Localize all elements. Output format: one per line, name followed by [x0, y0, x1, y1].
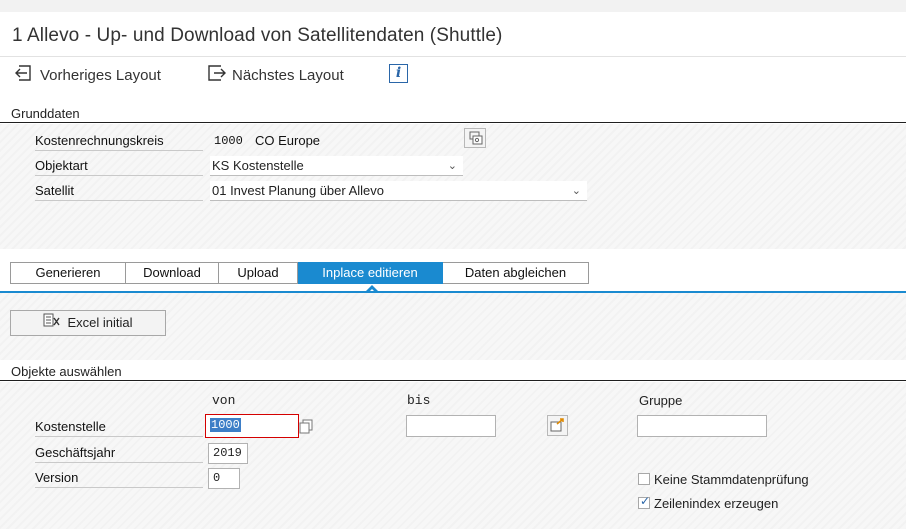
- zeilenindex-erzeugen-checkbox[interactable]: ✓ Zeilenindex erzeugen: [638, 494, 778, 512]
- org-unit-lookup-button[interactable]: [464, 128, 486, 148]
- kostenrechnungskreis-code: 1000: [214, 134, 243, 148]
- geschaeftsjahr-input[interactable]: 2019: [208, 443, 248, 464]
- tab-generieren[interactable]: Generieren: [10, 262, 126, 284]
- column-header-von: von: [212, 393, 236, 408]
- kostenrechnungskreis-text: CO Europe: [255, 133, 321, 148]
- tab-strip: Generieren Download Upload Inplace editi…: [10, 262, 589, 284]
- version-input[interactable]: 0: [208, 468, 240, 489]
- tab-upload[interactable]: Upload: [219, 262, 298, 284]
- tab-inplace-editieren[interactable]: Inplace editieren: [298, 262, 443, 284]
- objektart-value: KS Kostenstelle: [212, 158, 304, 173]
- checkmark-icon: ✓: [640, 494, 651, 508]
- objektart-select[interactable]: KS Kostenstelle ⌄: [210, 156, 463, 176]
- chevron-down-icon: ⌄: [571, 185, 581, 197]
- next-layout-icon: [206, 64, 232, 86]
- label-version: Version: [35, 468, 203, 488]
- window-top-strip: [0, 0, 906, 12]
- info-icon[interactable]: i: [389, 64, 408, 83]
- keine-stammdatenpruefung-label: Keine Stammdatenprüfung: [654, 471, 809, 487]
- arrow-right-icon: [548, 418, 567, 438]
- section-header-objekte: Objekte auswählen: [0, 362, 906, 381]
- gruppe-input[interactable]: [637, 415, 767, 437]
- keine-stammdatenpruefung-box[interactable]: [638, 473, 650, 485]
- geschaeftsjahr-value: 2019: [213, 446, 242, 460]
- page-title: 1 Allevo - Up- und Download von Satellit…: [12, 25, 503, 46]
- label-objektart: Objektart: [35, 156, 203, 176]
- zeilenindex-erzeugen-label: Zeilenindex erzeugen: [654, 495, 779, 511]
- multiple-selection-button[interactable]: [299, 418, 315, 435]
- multiple-selection-icon: [299, 419, 315, 438]
- label-kostenrechnungskreis: Kostenrechnungskreis: [35, 131, 203, 151]
- kostenstelle-bis-input[interactable]: [406, 415, 496, 437]
- satellit-select[interactable]: 01 Invest Planung über Allevo ⌄: [210, 181, 587, 201]
- column-header-gruppe: Gruppe: [639, 393, 683, 408]
- column-header-bis: bis: [407, 393, 431, 408]
- previous-layout-button[interactable]: Vorheriges Layout: [14, 63, 161, 87]
- version-value: 0: [213, 471, 221, 485]
- tab-download[interactable]: Download: [126, 262, 219, 284]
- label-geschaeftsjahr: Geschäftsjahr: [35, 443, 203, 463]
- kostenstelle-von-input[interactable]: 1000: [205, 414, 299, 438]
- tab-daten-abgleichen[interactable]: Daten abgleichen: [443, 262, 589, 284]
- excel-initial-label: Excel initial: [67, 315, 133, 330]
- chevron-down-icon: ⌄: [447, 160, 457, 172]
- excel-icon: [43, 311, 67, 335]
- previous-layout-label: Vorheriges Layout: [40, 66, 161, 84]
- label-kostenstelle: Kostenstelle: [35, 417, 203, 437]
- title-divider: [0, 56, 906, 57]
- satellit-value: 01 Invest Planung über Allevo: [212, 183, 385, 198]
- org-unit-lookup-icon: [465, 131, 485, 150]
- section-header-grunddaten: Grunddaten: [0, 104, 906, 123]
- excel-initial-button[interactable]: Excel initial: [10, 310, 166, 336]
- kostenstelle-von-value: 1000: [210, 418, 241, 432]
- range-selection-button[interactable]: [547, 415, 568, 436]
- previous-layout-icon: [14, 64, 40, 86]
- next-layout-label: Nächstes Layout: [232, 66, 344, 84]
- zeilenindex-erzeugen-box[interactable]: ✓: [638, 494, 651, 509]
- next-layout-button[interactable]: Nächstes Layout: [206, 63, 344, 87]
- keine-stammdatenpruefung-checkbox[interactable]: Keine Stammdatenprüfung: [638, 470, 809, 488]
- label-satellit: Satellit: [35, 181, 203, 201]
